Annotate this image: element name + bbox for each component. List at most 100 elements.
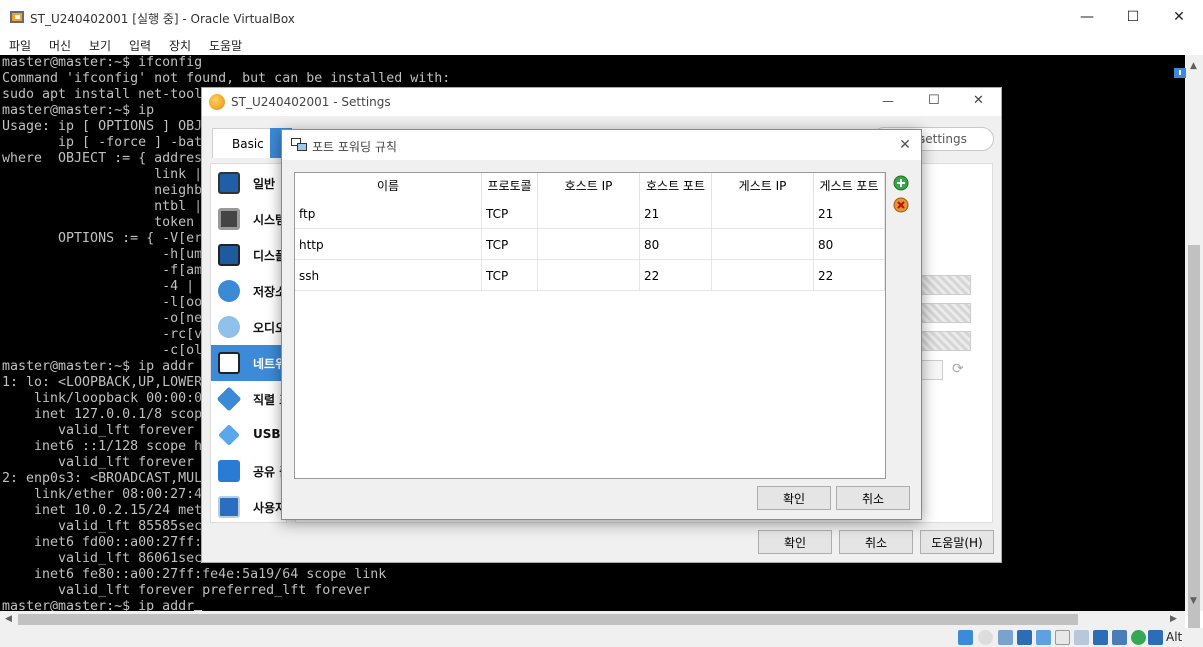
cell-guest-ip[interactable]: [712, 260, 814, 291]
settings-sidebar: 일반 시스템 디스플 저장소 오디오 네트워 직렬 포 USB 공유 폴 사용자: [210, 163, 287, 523]
console-line: inet6 fd00::a00:27ff:: [2, 535, 203, 550]
console-line: master@master:~$ ip: [2, 103, 155, 118]
recording-icon[interactable]: [1093, 630, 1108, 645]
menu-help[interactable]: 도움말: [209, 37, 242, 54]
sidebar-item-shared-folders[interactable]: 공유 폴: [211, 453, 286, 489]
menu-view[interactable]: 보기: [89, 37, 111, 54]
notification-icon[interactable]: [1173, 67, 1187, 81]
settings-cancel-button[interactable]: 취소: [839, 530, 913, 554]
table-row[interactable]: ftp TCP 21 21: [295, 198, 885, 229]
search-icon: ⌕: [919, 132, 926, 146]
port-forwarding-cancel-button[interactable]: 취소: [836, 486, 910, 510]
close-button[interactable]: ✕: [1156, 0, 1202, 34]
settings-minimize-button[interactable]: —: [882, 94, 894, 108]
usb-icon[interactable]: [1036, 630, 1051, 645]
serial-port-icon: [216, 386, 242, 412]
console-line: -rc[v: [2, 327, 203, 342]
cell-name[interactable]: http: [295, 229, 482, 260]
mouse-integration-icon[interactable]: [1148, 630, 1163, 645]
cell-name[interactable]: ftp: [295, 198, 482, 229]
network-icon: [218, 352, 240, 374]
column-header-name[interactable]: 이름: [295, 173, 482, 198]
audio-icon[interactable]: [998, 630, 1013, 645]
cell-host-port[interactable]: 22: [640, 260, 712, 291]
vertical-scroll-thumb[interactable]: [1188, 245, 1200, 645]
scroll-up-icon[interactable]: ▲: [1190, 61, 1197, 71]
column-header-guest-ip[interactable]: 게스트 IP: [712, 173, 814, 198]
cell-protocol[interactable]: TCP: [482, 198, 538, 229]
display-icon: [218, 244, 240, 266]
column-header-host-ip[interactable]: 호스트 IP: [538, 173, 640, 198]
settings-close-button[interactable]: ✕: [973, 93, 984, 108]
mac-address-field: [921, 360, 943, 380]
settings-ok-button[interactable]: 확인: [758, 530, 832, 554]
shared-folders-icon[interactable]: [1055, 630, 1070, 645]
vertical-scrollbar[interactable]: ▲ ▼: [1185, 55, 1203, 645]
cell-guest-ip[interactable]: [712, 229, 814, 260]
cell-protocol[interactable]: TCP: [482, 229, 538, 260]
cell-host-port[interactable]: 21: [640, 198, 712, 229]
user-interface-icon: [218, 496, 240, 518]
sidebar-item-user-interface[interactable]: 사용자: [211, 489, 286, 522]
scroll-left-icon[interactable]: ◀: [5, 614, 12, 624]
column-header-guest-port[interactable]: 게스트 포트: [814, 173, 885, 198]
sidebar-item-storage[interactable]: 저장소: [211, 273, 286, 309]
cell-host-ip[interactable]: [538, 198, 640, 229]
add-rule-icon[interactable]: [892, 174, 910, 192]
port-forwarding-close-button[interactable]: ✕: [893, 134, 917, 156]
sidebar-item-usb[interactable]: USB: [211, 417, 286, 453]
guest-additions-icon[interactable]: [1131, 630, 1146, 645]
cell-guest-ip[interactable]: [712, 198, 814, 229]
sidebar-item-system[interactable]: 시스템: [211, 201, 286, 237]
sidebar-item-general[interactable]: 일반: [211, 165, 286, 201]
console-line: -4 |: [2, 279, 195, 294]
console-line: ip [ -force ] -bat: [2, 135, 203, 150]
cell-guest-port[interactable]: 21: [814, 198, 885, 229]
settings-help-button[interactable]: 도움말(H): [920, 530, 994, 554]
sidebar-item-serial-ports[interactable]: 직렬 포: [211, 381, 286, 417]
menu-input[interactable]: 입력: [129, 37, 151, 54]
remove-rule-icon[interactable]: [892, 196, 910, 214]
scroll-down-icon[interactable]: ▼: [1190, 596, 1197, 606]
cell-protocol[interactable]: TCP: [482, 260, 538, 291]
minimize-button[interactable]: —: [1064, 0, 1110, 34]
console-line: inet 10.0.2.15/24 met: [2, 503, 203, 518]
cell-guest-port[interactable]: 22: [814, 260, 885, 291]
optical-drive-icon[interactable]: [978, 630, 993, 645]
column-header-host-port[interactable]: 호스트 포트: [640, 173, 712, 198]
menu-machine[interactable]: 머신: [49, 37, 71, 54]
cell-host-ip[interactable]: [538, 229, 640, 260]
cell-host-port[interactable]: 80: [640, 229, 712, 260]
hard-disk-icon[interactable]: [958, 630, 973, 645]
display-icon[interactable]: [1074, 630, 1089, 645]
console-line: neighb: [2, 183, 203, 198]
menu-devices[interactable]: 장치: [169, 37, 191, 54]
horizontal-scrollbar[interactable]: ◀ ▶: [0, 611, 1185, 628]
scroll-right-icon[interactable]: ▶: [1170, 614, 1177, 624]
host-key-label: Alt: [1166, 630, 1183, 644]
refresh-mac-icon[interactable]: ⟳: [952, 361, 964, 377]
network-icon[interactable]: [1017, 630, 1032, 645]
sidebar-item-display[interactable]: 디스플: [211, 237, 286, 273]
maximize-button[interactable]: ☐: [1110, 0, 1156, 34]
sidebar-item-audio[interactable]: 오디오: [211, 309, 286, 345]
port-forwarding-ok-button[interactable]: 확인: [757, 486, 831, 510]
cell-name[interactable]: ssh: [295, 260, 482, 291]
console-line: OPTIONS := { -V[er: [2, 231, 203, 246]
console-line: ntbl |: [2, 199, 203, 214]
settings-maximize-button[interactable]: ☐: [928, 93, 940, 108]
cell-host-ip[interactable]: [538, 260, 640, 291]
column-header-protocol[interactable]: 프로토콜: [482, 173, 538, 198]
horizontal-scroll-thumb[interactable]: [18, 614, 1078, 625]
audio-icon: [218, 316, 240, 338]
cell-guest-port[interactable]: 80: [814, 229, 885, 260]
table-row[interactable]: http TCP 80 80: [295, 229, 885, 260]
cpu-icon[interactable]: [1112, 630, 1127, 645]
menu-file[interactable]: 파일: [9, 37, 31, 54]
tab-basic[interactable]: Basic: [212, 128, 272, 158]
sidebar-item-network[interactable]: 네트워: [211, 345, 286, 381]
port-forwarding-table: 이름 프로토콜 호스트 IP 호스트 포트 게스트 IP 게스트 포트 ftp T…: [294, 172, 886, 479]
table-row[interactable]: ssh TCP 22 22: [295, 260, 885, 291]
console-line: -o[ne: [2, 311, 203, 326]
settings-title: ST_U240402001 - Settings: [231, 95, 391, 109]
